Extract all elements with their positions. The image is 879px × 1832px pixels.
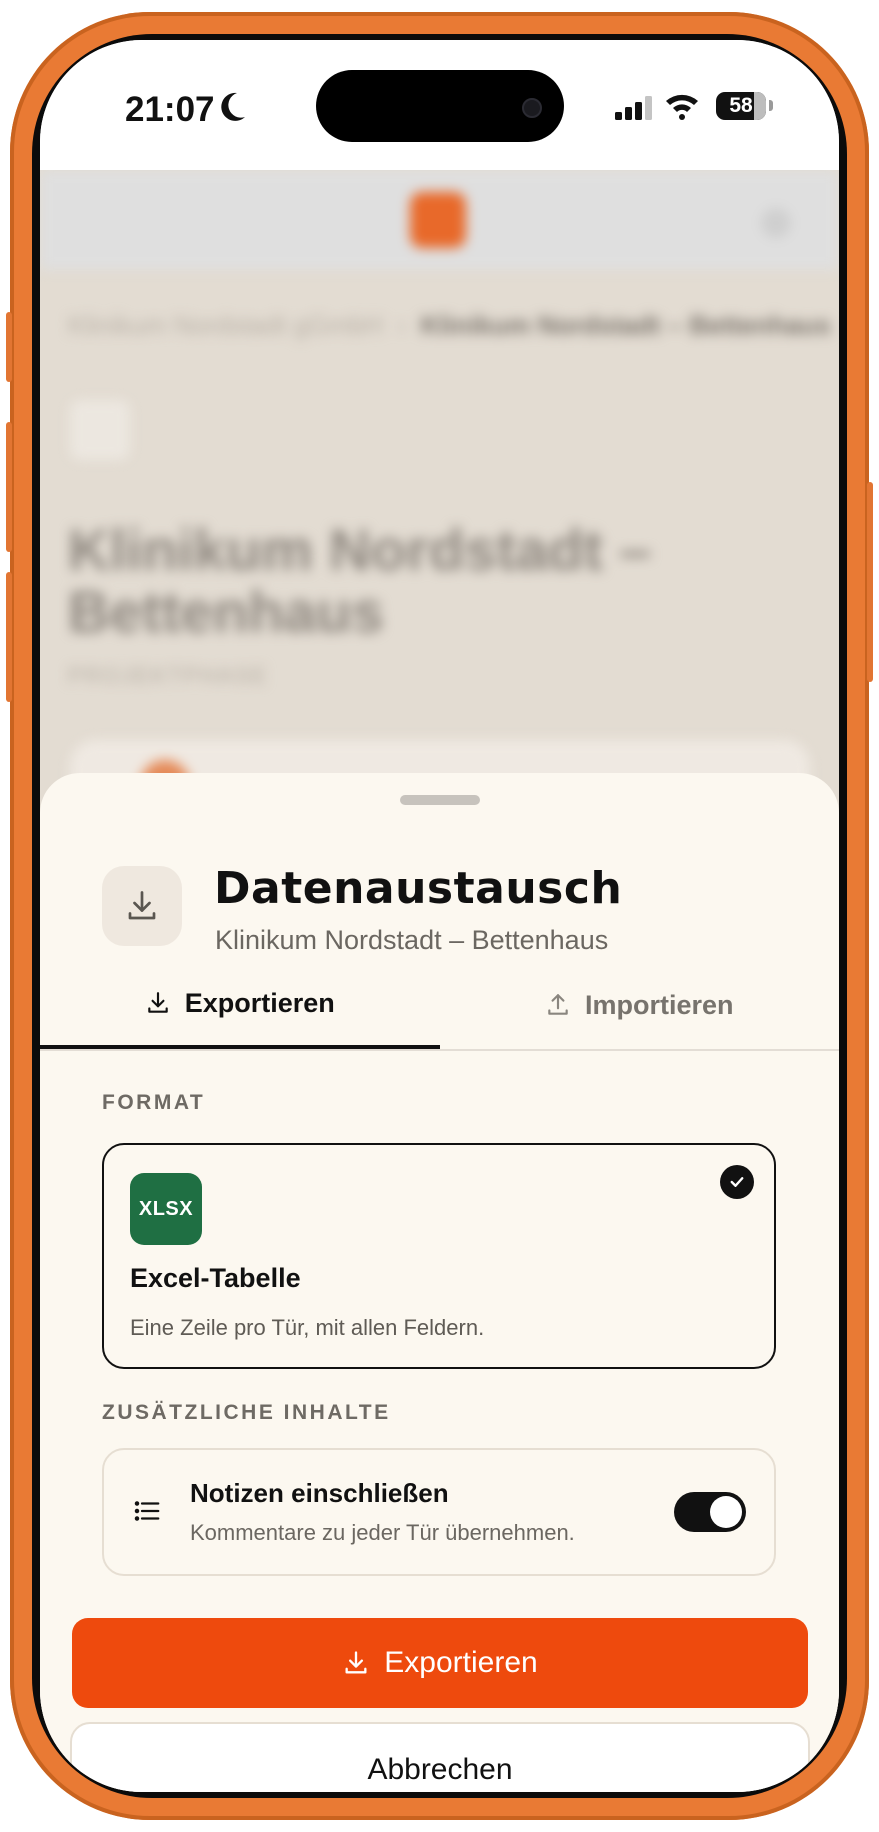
download-icon [345, 1651, 367, 1674]
app-logo [410, 192, 466, 248]
tab-import[interactable]: Importieren [440, 961, 840, 1049]
tab-import-label: Importieren [584, 989, 734, 1020]
battery-indicator: 58 [716, 92, 766, 120]
sheet-grabber[interactable] [400, 795, 480, 805]
signal-icon [615, 96, 652, 120]
tab-bar: Exportieren Importieren [40, 961, 839, 1051]
battery-level: 58 [729, 94, 753, 117]
notes-title: Notizen einschließen [190, 1478, 449, 1508]
sheet-subtitle: Klinikum Nordstadt – Bettenhaus [215, 925, 609, 955]
camera-icon [522, 98, 542, 118]
selected-check-icon [720, 1165, 754, 1199]
volume-down-button [6, 572, 12, 702]
action-button [6, 312, 12, 382]
xlsx-badge: XLSX [130, 1173, 202, 1245]
notes-toggle[interactable] [674, 1492, 746, 1532]
sheet-title: Datenaustausch [214, 863, 623, 914]
list-icon [134, 1501, 160, 1521]
download-icon [128, 891, 156, 920]
back-button [70, 400, 130, 460]
project-phase-label: PROJEKTPHASE [68, 663, 269, 688]
format-option-xlsx[interactable]: XLSX Excel-Tabelle Eine Zeile pro Tür, m… [102, 1143, 776, 1369]
upload-icon [548, 994, 568, 1015]
include-notes-option[interactable]: Notizen einschließen Kommentare zu jeder… [102, 1448, 776, 1576]
dynamic-island [316, 70, 564, 142]
breadcrumb-parent: Klinikum Nordstadt gGmbH [68, 310, 383, 340]
status-time: 21:07 [125, 90, 215, 129]
power-button [867, 482, 873, 682]
tab-export[interactable]: Exportieren [40, 961, 440, 1049]
download-icon [147, 992, 168, 1013]
battery-cap [769, 100, 773, 111]
breadcrumb-current: Klinikum Nordstadt – Bettenhaus [420, 310, 831, 340]
export-button[interactable]: Exportieren [72, 1618, 808, 1708]
screen: Klinikum Nordstadt gGmbH › Klinikum Nord… [40, 40, 839, 1792]
moon-icon [221, 92, 245, 121]
profile-icon [761, 208, 791, 238]
export-sheet: Datenaustausch Klinikum Nordstadt – Bett… [40, 773, 839, 1792]
format-name: Excel-Tabelle [130, 1263, 301, 1293]
status-bar: 21:07 58 [40, 40, 839, 170]
cancel-button[interactable]: Abbrechen [70, 1722, 810, 1792]
breadcrumb-separator: › [397, 310, 407, 340]
volume-up-button [6, 422, 12, 552]
app-header [40, 170, 839, 270]
notes-description: Kommentare zu jeder Tür übernehmen. [190, 1520, 575, 1545]
format-section-label: FORMAT [102, 1091, 206, 1114]
wifi-icon [666, 94, 698, 120]
cancel-button-label: Abbrechen [367, 1753, 513, 1786]
project-title: Klinikum Nordstadt – Bettenhaus [68, 518, 652, 645]
format-description: Eine Zeile pro Tür, mit allen Feldern. [130, 1315, 485, 1340]
tab-export-label: Exportieren [184, 987, 335, 1018]
sheet-header-icon [102, 866, 182, 946]
breadcrumb: Klinikum Nordstadt gGmbH › Klinikum Nord… [68, 310, 831, 341]
toggle-knob [710, 1496, 742, 1528]
extra-content-section-label: ZUSÄTZLICHE INHALTE [102, 1401, 391, 1424]
export-button-label: Exportieren [384, 1646, 538, 1679]
